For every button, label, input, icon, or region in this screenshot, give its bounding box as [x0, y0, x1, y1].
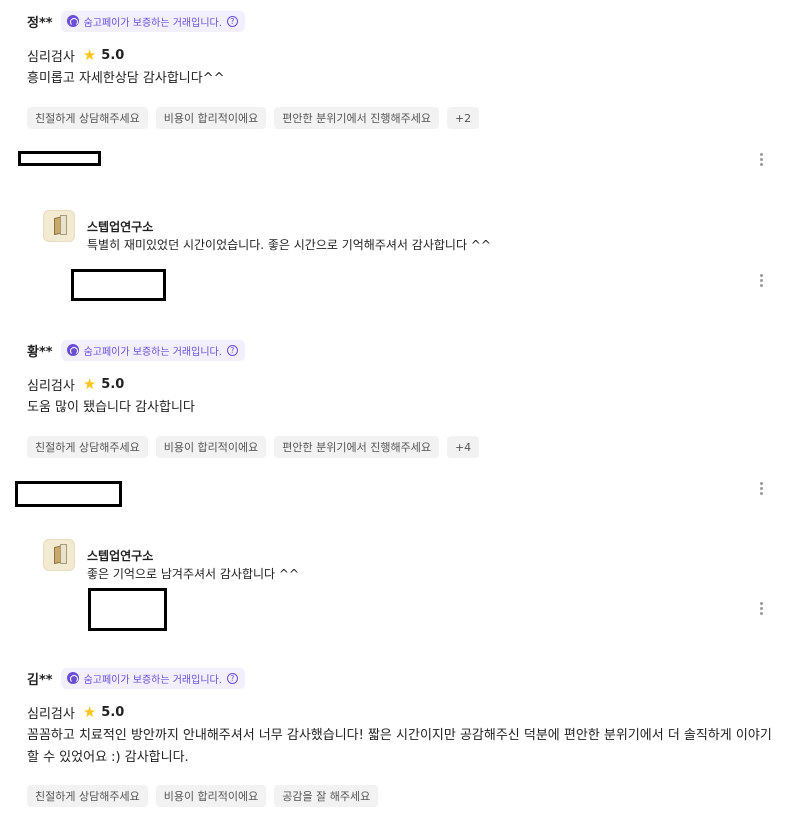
review-tag: 비용이 합리적이에요 [155, 107, 267, 129]
soomgo-pay-icon [66, 15, 79, 27]
rating-score: 5.0 [101, 704, 125, 720]
review-tags: 친절하게 상담해주세요 비용이 합리적이에요 공감을 잘 해주세요 [27, 785, 777, 807]
review-content: 꼼꼼하고 치료적인 방안까지 안내해주셔서 너무 감사했습니다! 짧은 시간이지… [27, 728, 772, 765]
star-icon: ★ [82, 702, 97, 721]
expert-reply: 스텝업연구소 좋은 기억으로 남겨주셔서 감사합니다 ^^ [43, 539, 743, 583]
review-author: 황** [27, 344, 53, 360]
service-name: 심리검사 [27, 706, 75, 722]
badge-label: 숨고페이가 보증하는 거래입니다. [83, 346, 222, 358]
review-header: 정** 숨고페이가 보증하는 거래입니다. ? [27, 10, 777, 32]
review-author: 김** [27, 672, 53, 688]
review-tag: 친절하게 상담해주세요 [27, 436, 148, 458]
rating-row: 심리검사 ★ 5.0 [27, 374, 777, 394]
payment-guarantee-badge[interactable]: 숨고페이가 보증하는 거래입니다. ? [60, 667, 245, 689]
help-icon[interactable]: ? [226, 672, 238, 684]
more-tags-button[interactable]: +4 [446, 436, 480, 458]
review-tags: 친절하게 상담해주세요 비용이 합리적이에요 편안한 분위기에서 진행해주세요 … [27, 436, 777, 458]
rating-score: 5.0 [101, 47, 125, 63]
review-header: 김** 숨고페이가 보증하는 거래입니다. ? [27, 667, 777, 689]
badge-label: 숨고페이가 보증하는 거래입니다. [83, 674, 222, 686]
more-vertical-icon[interactable] [755, 152, 769, 168]
rating-row: 심리검사 ★ 5.0 [27, 45, 777, 65]
review-item: 김** 숨고페이가 보증하는 거래입니다. ? 심리검사 ★ 5.0 꼼꼼하고 … [27, 667, 777, 807]
review-tag: 편안한 분위기에서 진행해주세요 [274, 107, 439, 129]
service-name: 심리검사 [27, 378, 75, 394]
avatar [43, 210, 75, 242]
reply-author: 스텝업연구소 [87, 219, 154, 234]
review-tags: 친절하게 상담해주세요 비용이 합리적이에요 편안한 분위기에서 진행해주세요 … [27, 107, 777, 129]
payment-guarantee-badge[interactable]: 숨고페이가 보증하는 거래입니다. ? [60, 339, 245, 361]
review-tag: 비용이 합리적이에요 [155, 785, 267, 807]
review-content: 흥미롭고 자세한상담 감사합니다^^ [27, 71, 225, 86]
expert-reply: 스텝업연구소 특별히 재미있었던 시간이었습니다. 좋은 시간으로 기억해주셔서… [43, 210, 743, 254]
review-tag: 공감을 잘 해주세요 [274, 785, 379, 807]
badge-label: 숨고페이가 보증하는 거래입니다. [83, 17, 222, 29]
review-header: 황** 숨고페이가 보증하는 거래입니다. ? [27, 339, 777, 361]
review-tag: 친절하게 상담해주세요 [27, 107, 148, 129]
review-tag: 비용이 합리적이에요 [155, 436, 267, 458]
more-vertical-icon[interactable] [755, 273, 769, 289]
help-icon[interactable]: ? [226, 15, 238, 27]
help-icon[interactable]: ? [226, 344, 238, 356]
avatar [43, 539, 75, 571]
more-tags-button[interactable]: +2 [446, 107, 480, 129]
more-vertical-icon[interactable] [755, 601, 769, 617]
reply-author: 스텝업연구소 [87, 548, 154, 563]
review-tag: 편안한 분위기에서 진행해주세요 [274, 436, 439, 458]
review-item: 황** 숨고페이가 보증하는 거래입니다. ? 심리검사 ★ 5.0 도움 많이… [27, 339, 777, 458]
more-vertical-icon[interactable] [755, 481, 769, 497]
review-author: 정** [27, 15, 53, 31]
service-name: 심리검사 [27, 49, 75, 65]
star-icon: ★ [82, 374, 97, 393]
redacted-area [15, 481, 122, 507]
redacted-area [88, 588, 167, 631]
reply-content: 특별히 재미있었던 시간이었습니다. 좋은 시간으로 기억해주셔서 감사합니다 … [87, 238, 491, 252]
review-content: 도움 많이 됐습니다 감사합니다 [27, 400, 195, 415]
redacted-area [18, 151, 101, 166]
redacted-area [71, 269, 166, 301]
soomgo-pay-icon [66, 344, 79, 356]
review-tag: 친절하게 상담해주세요 [27, 785, 148, 807]
soomgo-pay-icon [66, 672, 79, 684]
review-item: 정** 숨고페이가 보증하는 거래입니다. ? 심리검사 ★ 5.0 흥미롭고 … [27, 10, 777, 129]
rating-score: 5.0 [101, 376, 125, 392]
reply-content: 좋은 기억으로 남겨주셔서 감사합니다 ^^ [87, 567, 300, 581]
star-icon: ★ [82, 45, 97, 64]
payment-guarantee-badge[interactable]: 숨고페이가 보증하는 거래입니다. ? [60, 10, 245, 32]
rating-row: 심리검사 ★ 5.0 [27, 702, 777, 722]
